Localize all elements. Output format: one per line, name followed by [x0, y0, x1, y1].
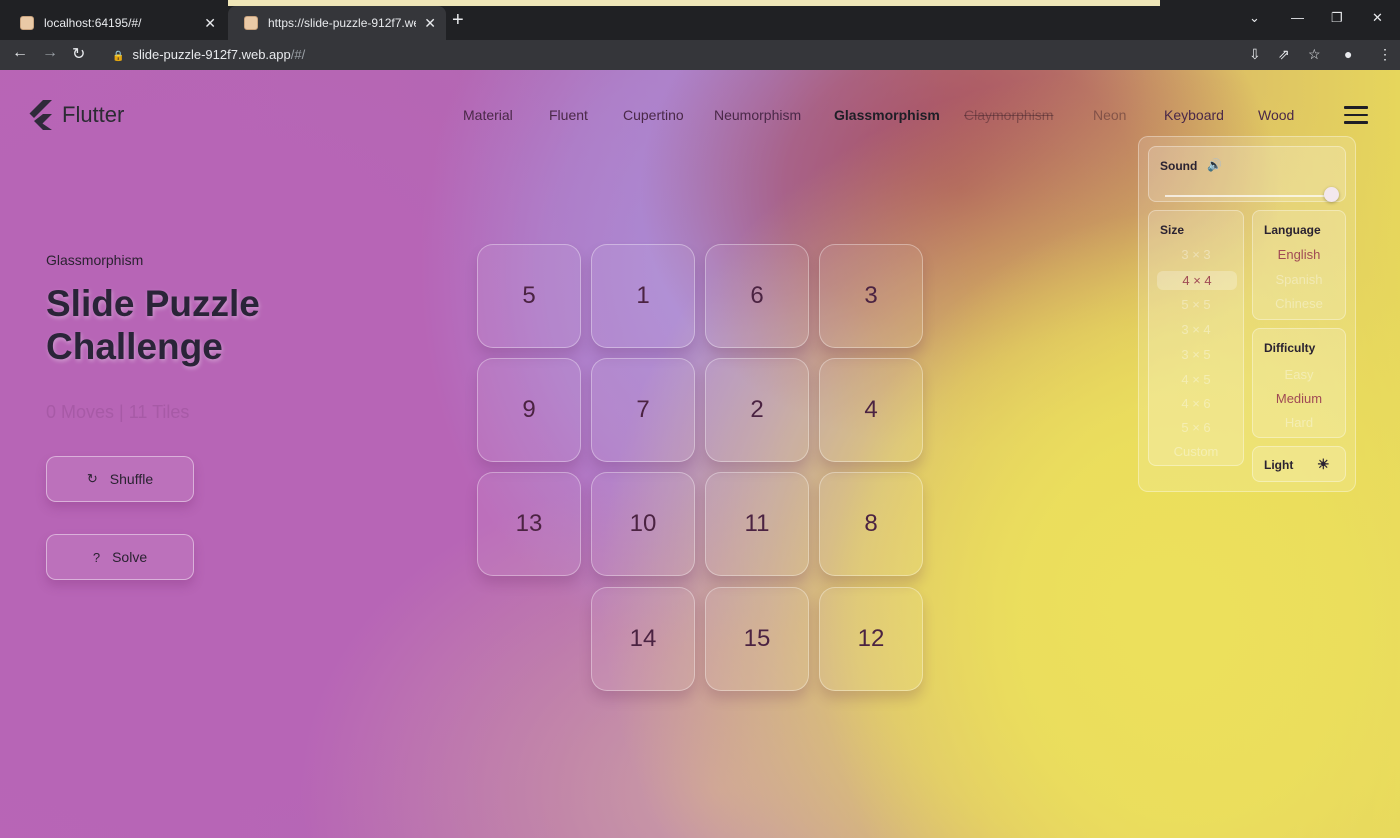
puzzle-tile[interactable]: 8: [819, 472, 923, 576]
tab-title: localhost:64195/#/: [44, 16, 142, 30]
puzzle-tile[interactable]: 11: [705, 472, 809, 576]
size-option-selected[interactable]: 4 × 4: [1157, 271, 1237, 290]
size-option[interactable]: 3 × 3: [1149, 247, 1243, 262]
app-viewport: Flutter Material Fluent Cupertino Neumor…: [0, 70, 1400, 838]
browser-tab-localhost[interactable]: localhost:64195/#/ ✕: [4, 6, 226, 40]
question-icon: ?: [92, 549, 101, 565]
url-path: /#/: [290, 47, 306, 62]
puzzle-tile[interactable]: 10: [591, 472, 695, 576]
more-menu-icon[interactable]: ⋮: [1378, 46, 1392, 63]
volume-slider-track[interactable]: [1165, 195, 1329, 197]
size-option[interactable]: 3 × 4: [1149, 322, 1243, 337]
shuffle-label: Shuffle: [109, 471, 154, 487]
flutter-logo-icon: [29, 100, 52, 130]
language-option[interactable]: Chinese: [1253, 296, 1345, 311]
difficulty-option[interactable]: Hard: [1253, 415, 1345, 430]
solve-button[interactable]: ? Solve: [46, 534, 194, 580]
size-option[interactable]: 5 × 6: [1149, 420, 1243, 435]
close-tab-icon[interactable]: ✕: [424, 15, 436, 32]
chevron-down-icon[interactable]: ⌄: [1249, 10, 1260, 26]
puzzle-tile[interactable]: 6: [705, 244, 809, 348]
title-line-1: Slide Puzzle: [46, 283, 260, 324]
puzzle-tile[interactable]: 4: [819, 358, 923, 462]
difficulty-option[interactable]: Easy: [1253, 367, 1345, 382]
shuffle-button[interactable]: ↻ Shuffle: [46, 456, 194, 502]
puzzle-tile[interactable]: 3: [819, 244, 923, 348]
plus-icon[interactable]: +: [452, 9, 464, 32]
install-app-icon[interactable]: ⇩: [1249, 46, 1261, 63]
close-tab-icon[interactable]: ✕: [204, 15, 216, 32]
tab-title: https://slide-puzzle-912f7.web.a: [268, 16, 416, 30]
size-label: Size: [1160, 223, 1185, 237]
nav-neon[interactable]: Neon: [1093, 107, 1126, 123]
puzzle-tile[interactable]: 14: [591, 587, 695, 691]
sound-card: Sound 🔊: [1148, 146, 1346, 202]
flutter-logo[interactable]: Flutter: [28, 100, 124, 130]
puzzle-tile[interactable]: 7: [591, 358, 695, 462]
volume-slider-thumb[interactable]: [1324, 187, 1339, 202]
browser-toolbar: ← → ↻ 🔒 slide-puzzle-912f7.web.app/#/ ⇩ ⇗…: [0, 40, 1400, 70]
reload-icon[interactable]: ↻: [72, 44, 85, 64]
language-option-selected[interactable]: English: [1253, 247, 1345, 262]
moves-counter: 0 Moves | 11 Tiles: [46, 402, 190, 422]
close-window-icon[interactable]: ✕: [1372, 10, 1383, 26]
difficulty-card: Difficulty Easy Medium Hard: [1252, 328, 1346, 438]
refresh-icon: ↻: [86, 471, 98, 486]
nav-neumorphism[interactable]: Neumorphism: [714, 107, 801, 123]
title-line-2: Challenge: [46, 326, 223, 367]
puzzle-tile[interactable]: 9: [477, 358, 581, 462]
page-title: Slide Puzzle Challenge: [46, 282, 260, 368]
puzzle-tile[interactable]: 2: [705, 358, 809, 462]
forward-arrow-icon[interactable]: →: [42, 44, 58, 62]
puzzle-tile[interactable]: 5: [477, 244, 581, 348]
puzzle-tile[interactable]: 13: [477, 472, 581, 576]
logo-text: Flutter: [62, 102, 125, 127]
puzzle-tile[interactable]: 15: [705, 587, 809, 691]
star-bookmark-icon[interactable]: ☆: [1308, 46, 1321, 63]
lock-icon: 🔒: [112, 51, 125, 62]
language-label: Language: [1264, 223, 1321, 237]
minimize-icon[interactable]: —: [1291, 10, 1304, 25]
language-option[interactable]: Spanish: [1253, 272, 1345, 287]
restore-icon[interactable]: ❐: [1331, 10, 1343, 26]
profile-icon[interactable]: ●: [1344, 46, 1352, 62]
difficulty-option-selected[interactable]: Medium: [1253, 391, 1345, 406]
nav-fluent[interactable]: Fluent: [549, 107, 588, 123]
nav-wood[interactable]: Wood: [1258, 107, 1294, 123]
size-option[interactable]: 3 × 5: [1149, 347, 1243, 362]
theme-mode-toggle[interactable]: Light ☀: [1252, 446, 1346, 482]
browser-tab-slide-puzzle[interactable]: https://slide-puzzle-912f7.web.a ✕: [228, 6, 446, 40]
theme-subtitle: Glassmorphism: [46, 252, 144, 268]
language-card: Language English Spanish Chinese: [1252, 210, 1346, 320]
share-icon[interactable]: ⇗: [1278, 46, 1290, 63]
size-option[interactable]: 5 × 5: [1149, 297, 1243, 312]
puzzle-tile[interactable]: 1: [591, 244, 695, 348]
settings-panel: Sound 🔊 Size 3 × 3 4 × 4 5 × 5 3 × 4 3 ×…: [1138, 136, 1356, 492]
theme-mode-label: Light: [1264, 458, 1294, 472]
nav-glassmorphism[interactable]: Glassmorphism: [834, 107, 940, 123]
address-bar[interactable]: 🔒 slide-puzzle-912f7.web.app/#/: [112, 47, 305, 62]
puzzle-tile[interactable]: 12: [819, 587, 923, 691]
size-option[interactable]: 4 × 5: [1149, 372, 1243, 387]
solve-label: Solve: [112, 549, 148, 565]
back-arrow-icon[interactable]: ←: [12, 44, 28, 62]
favicon-icon: [244, 16, 258, 30]
favicon-icon: [20, 16, 34, 30]
sun-icon: ☀: [1317, 456, 1330, 472]
size-card: Size 3 × 3 4 × 4 5 × 5 3 × 4 3 × 5 4 × 5…: [1148, 210, 1244, 466]
difficulty-label: Difficulty: [1264, 341, 1316, 355]
size-option[interactable]: Custom: [1149, 444, 1243, 459]
nav-claymorphism[interactable]: Claymorphism: [964, 107, 1053, 123]
nav-keyboard[interactable]: Keyboard: [1164, 107, 1224, 123]
url-host: slide-puzzle-912f7.web.app: [132, 47, 291, 62]
nav-cupertino[interactable]: Cupertino: [623, 107, 684, 123]
hamburger-menu-icon[interactable]: [1344, 106, 1368, 124]
browser-tab-strip: localhost:64195/#/ ✕ https://slide-puzzl…: [0, 0, 1400, 40]
sound-label: Sound: [1160, 159, 1198, 173]
nav-material[interactable]: Material: [463, 107, 513, 123]
size-option[interactable]: 4 × 6: [1149, 396, 1243, 411]
volume-icon: 🔊: [1207, 158, 1222, 172]
